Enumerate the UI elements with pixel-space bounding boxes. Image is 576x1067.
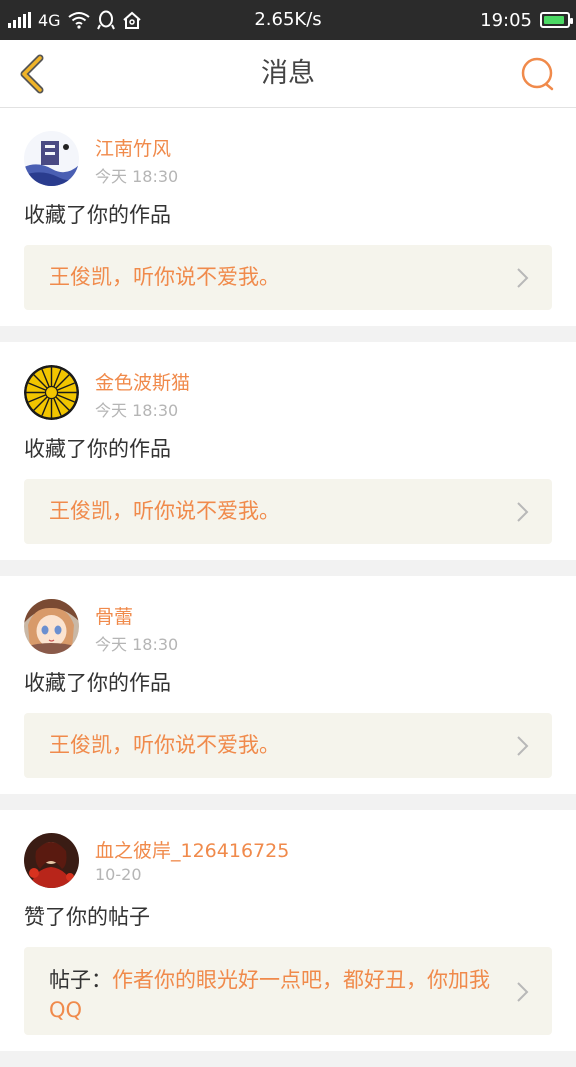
avatar[interactable] [24,365,79,420]
quote-text: 作者你的眼光好一点吧，都好丑，你加我QQ [49,968,490,1022]
username[interactable]: 金色波斯猫 [95,368,190,395]
message-card: 骨蕾 今天 18:30 收藏了你的作品 王俊凯，听你说不爱我。 [0,576,576,794]
work-link[interactable]: 王俊凯，听你说不爱我。 [24,245,552,310]
chevron-right-icon [517,502,529,522]
quote-prefix: 帖子： [49,968,112,992]
chevron-right-icon [517,982,529,1002]
avatar[interactable] [24,833,79,888]
search-icon[interactable] [520,56,556,92]
message-card: 血之彼岸_126416725 10-20 赞了你的帖子 帖子：作者你的眼光好一点… [0,810,576,1051]
message-time: 今天 18:30 [95,635,179,654]
work-title: 王俊凯，听你说不爱我。 [49,245,492,310]
message-header: 骨蕾 今天 18:30 [24,596,552,656]
page-title: 消息 [261,58,315,89]
message-header: 金色波斯猫 今天 18:30 [24,362,552,422]
post-link[interactable]: 帖子：作者你的眼光好一点吧，都好丑，你加我QQ [24,947,552,1035]
nav-bar: 消息 [0,40,576,108]
status-right: 19:05 [480,0,573,40]
chevron-right-icon [517,268,529,288]
status-bar: 4G 2.65K/s 19:05 [0,0,576,40]
message-header: 江南竹风 今天 18:30 [24,128,552,188]
action-text: 收藏了你的作品 [24,203,171,227]
battery-icon [540,12,573,28]
username[interactable]: 血之彼岸_126416725 [95,836,289,863]
action-text: 收藏了你的作品 [24,437,171,461]
message-header: 血之彼岸_126416725 10-20 [24,830,552,890]
quote-text: 王俊凯，听你说不爱我。 [49,265,280,289]
username[interactable]: 江南竹风 [95,134,171,161]
work-title: 王俊凯，听你说不爱我。 [49,479,492,544]
chevron-right-icon [517,736,529,756]
action-text: 收藏了你的作品 [24,671,171,695]
work-link[interactable]: 王俊凯，听你说不爱我。 [24,713,552,778]
message-time: 今天 18:30 [95,167,179,186]
quote-text: 王俊凯，听你说不爱我。 [49,733,280,757]
username[interactable]: 骨蕾 [95,602,133,629]
work-title: 王俊凯，听你说不爱我。 [49,713,492,778]
message-card: 金色波斯猫 今天 18:30 收藏了你的作品 王俊凯，听你说不爱我。 [0,342,576,560]
work-link[interactable]: 王俊凯，听你说不爱我。 [24,479,552,544]
post-title: 帖子：作者你的眼光好一点吧，都好丑，你加我QQ [24,947,552,1035]
clock: 19:05 [480,9,532,31]
message-time: 今天 18:30 [95,401,179,420]
message-time: 10-20 [95,865,142,884]
battery-fill [544,16,564,24]
avatar[interactable] [24,599,79,654]
quote-text: 王俊凯，听你说不爱我。 [49,499,280,523]
action-text: 赞了你的帖子 [24,905,150,929]
avatar[interactable] [24,131,79,186]
message-list: 江南竹风 今天 18:30 收藏了你的作品 王俊凯，听你说不爱我。 金色波斯猫 … [0,108,576,1067]
message-card: 江南竹风 今天 18:30 收藏了你的作品 王俊凯，听你说不爱我。 [0,108,576,326]
